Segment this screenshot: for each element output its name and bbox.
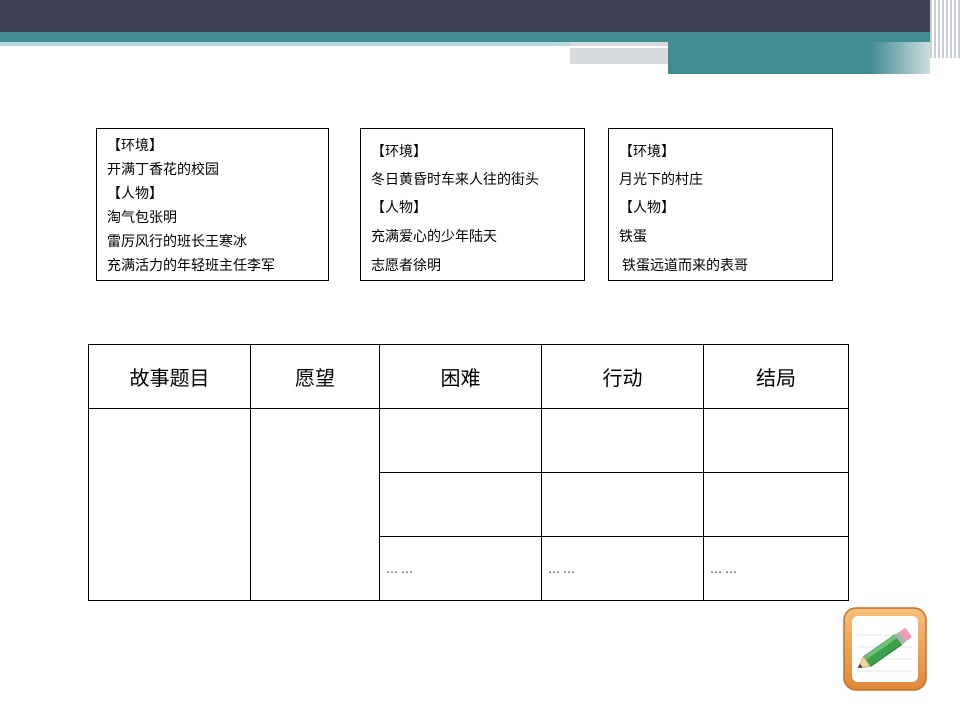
box-line: 淘气包张明 [107,210,177,226]
header-teal-block [668,42,930,74]
box-line: 铁蛋 [619,229,647,245]
box-line: 铁蛋远道而来的表哥 [622,258,748,274]
box-line: 充满活力的年轻班主任李军 [107,258,275,274]
cell-action[interactable] [541,472,704,537]
header-action: 行动 [541,344,704,409]
cell-difficulty[interactable] [379,408,542,473]
cell-ending[interactable] [703,472,849,537]
box-line: 雷厉风行的班长王寒冰 [107,234,247,250]
cell-difficulty[interactable] [379,472,542,537]
header-light-band [0,42,570,46]
pencil-notebook-icon-graphic [843,607,927,691]
box-line: 月光下的村庄 [619,172,703,188]
cell-action-ellipsis[interactable]: …… [541,536,704,601]
header-bar [0,0,930,32]
story-table: 故事题目 愿望 困难 行动 结局 …… …… …… [88,344,849,601]
cell-wish[interactable] [250,408,380,601]
cell-ending[interactable] [703,408,849,473]
story-box-1: 【环境】 开满丁香花的校园 【人物】 淘气包张明 雷厉风行的班长王寒冰 充满活力… [96,128,329,281]
table-header-row: 故事题目 愿望 困难 行动 结局 [88,344,849,409]
header-ending: 结局 [703,344,849,409]
box-line: 【人物】 [371,200,427,216]
pencil-notebook-icon[interactable] [843,607,927,691]
box-line: 【人物】 [619,200,675,216]
box-line: 【人物】 [107,186,163,202]
header-teal-band [0,32,930,42]
header-grey-line [570,46,668,48]
box-line: 开满丁香花的校园 [107,162,219,178]
header-stripes [930,0,960,58]
box-line: 充满爱心的少年陆天 [371,229,497,245]
box-line: 【环境】 [107,138,163,154]
header-story-title: 故事题目 [88,344,251,409]
header-difficulty: 困难 [379,344,542,409]
cell-difficulty-ellipsis[interactable]: …… [379,536,542,601]
story-box-2: 【环境】 冬日黄昏时车来人往的街头 【人物】 充满爱心的少年陆天 志愿者徐明 [360,128,585,281]
cell-action[interactable] [541,408,704,473]
box-line: 【环境】 [371,144,427,160]
box-line: 志愿者徐明 [371,258,441,274]
cell-story-title[interactable] [88,408,251,601]
box-line: 【环境】 [619,144,675,160]
box-line: 冬日黄昏时车来人往的街头 [371,172,539,188]
table-row [88,408,849,601]
cell-ending-ellipsis[interactable]: …… [703,536,849,601]
header-wish: 愿望 [250,344,380,409]
story-box-3: 【环境】 月光下的村庄 【人物】 铁蛋 铁蛋远道而来的表哥 [608,128,833,281]
